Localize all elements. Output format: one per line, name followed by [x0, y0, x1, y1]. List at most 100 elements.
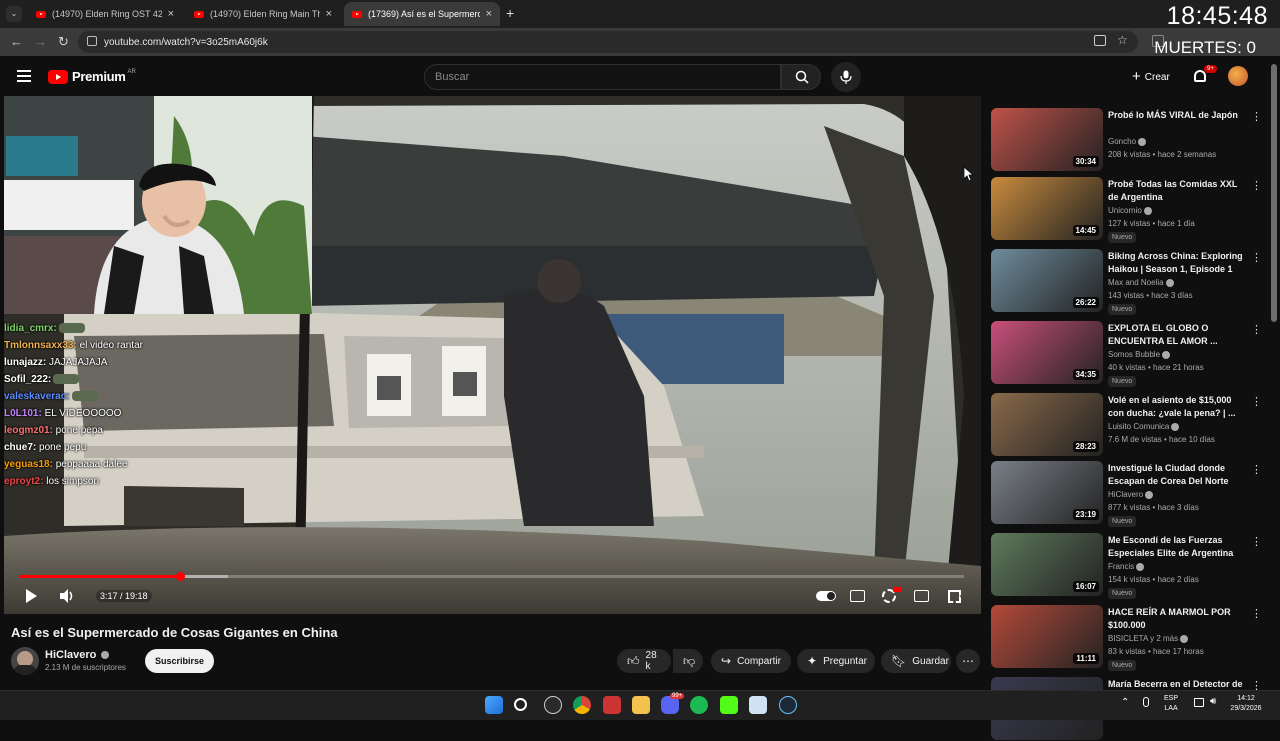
recommended-title[interactable]: Probé Todas las Comidas XXL de Argentina: [1108, 178, 1248, 204]
forward-icon[interactable]: →: [34, 34, 47, 49]
progress-bar[interactable]: [20, 572, 964, 581]
play-icon[interactable]: [26, 589, 37, 603]
steam-icon[interactable]: [779, 696, 797, 714]
duration-badge: 28:23: [1072, 441, 1099, 452]
recommended-meta: 83 k vistas • hace 17 horas: [1108, 647, 1204, 656]
recommended-channel[interactable]: Francis: [1108, 562, 1145, 571]
recommended-video-card[interactable]: 28:23 Volé en el asiento de $15,000 con d…: [991, 393, 1262, 457]
network-icon[interactable]: [1194, 698, 1204, 707]
recommended-title[interactable]: HACE REÍR A MARMOL POR $100.000: [1108, 606, 1248, 632]
browser-tab-3-active[interactable]: (17369) Así es el Supermercado ×: [344, 2, 500, 26]
dislike-button[interactable]: 👎︎: [673, 649, 703, 673]
recommended-channel[interactable]: HiClavero: [1108, 490, 1154, 499]
video-thumbnail[interactable]: 14:45: [991, 177, 1103, 240]
recommended-title[interactable]: Biking Across China: Exploring Haikou | …: [1108, 250, 1248, 276]
recommended-channel[interactable]: Luisito Comunica: [1108, 422, 1180, 431]
recommended-video-card[interactable]: 34:35 EXPLOTA EL GLOBO O ENCUENTRA EL AMO…: [991, 321, 1262, 387]
recommended-meta: 7.6 M de vistas • hace 10 días: [1108, 435, 1215, 444]
autoplay-toggle[interactable]: [816, 591, 836, 601]
recommended-title[interactable]: Me Escondí de las Fuerzas Especiales Eli…: [1108, 534, 1248, 560]
save-button[interactable]: 🔖︎ Guardar: [881, 649, 951, 673]
more-options-icon[interactable]: ⋮: [1251, 179, 1262, 192]
taskbar-clock[interactable]: 14:12 29/3/2026: [1226, 694, 1266, 714]
recommended-video-card[interactable]: 30:34 Probé lo MÁS VIRAL de Japón Goncho 20…: [991, 108, 1262, 172]
recommended-channel[interactable]: BISICLETA y 2 más: [1108, 634, 1189, 643]
voice-search-button[interactable]: [831, 62, 861, 92]
close-tab-icon[interactable]: ×: [168, 8, 174, 20]
recommended-video-card[interactable]: 14:45 Probé Todas las Comidas XXL de Arge…: [991, 177, 1262, 243]
search-input[interactable]: Buscar: [424, 64, 781, 90]
more-options-icon[interactable]: ⋮: [1251, 251, 1262, 264]
recommended-video-card[interactable]: 16:07 Me Escondí de las Fuerzas Especiale…: [991, 533, 1262, 599]
subtitles-icon[interactable]: [850, 590, 865, 602]
video-thumbnail[interactable]: 26:22: [991, 249, 1103, 312]
install-app-icon[interactable]: [1094, 35, 1106, 46]
recommended-title[interactable]: Volé en el asiento de $15,000 con ducha:…: [1108, 394, 1248, 420]
bookmark-star-icon[interactable]: ☆: [1117, 33, 1128, 47]
search-icon[interactable]: [514, 698, 527, 711]
theater-mode-icon[interactable]: [914, 590, 929, 602]
verified-icon: [1136, 562, 1145, 571]
tray-microphone-icon[interactable]: [1143, 697, 1149, 707]
close-tab-icon[interactable]: ×: [326, 8, 332, 20]
new-tab-button[interactable]: +: [506, 5, 514, 21]
channel-avatar[interactable]: [11, 647, 39, 675]
site-info-icon[interactable]: [87, 36, 97, 46]
more-options-icon[interactable]: ⋮: [1251, 607, 1262, 620]
back-icon[interactable]: ←: [10, 34, 23, 49]
account-avatar[interactable]: [1228, 66, 1248, 86]
news-app-icon[interactable]: [603, 696, 621, 714]
menu-icon[interactable]: [17, 70, 31, 82]
more-actions-button[interactable]: ⋯: [956, 649, 980, 673]
recommended-meta: 143 vistas • hace 3 días: [1108, 291, 1193, 300]
close-tab-icon[interactable]: ×: [486, 8, 492, 20]
streamer-webcam-overlay: [4, 96, 312, 314]
recommended-channel[interactable]: Goncho: [1108, 137, 1147, 146]
recommended-title[interactable]: Probé lo MÁS VIRAL de Japón: [1108, 109, 1248, 122]
volume-icon[interactable]: [58, 588, 76, 604]
windows-start-icon[interactable]: [485, 696, 503, 714]
video-thumbnail[interactable]: 34:35: [991, 321, 1103, 384]
more-options-icon[interactable]: ⋮: [1251, 395, 1262, 408]
browser-tab-1[interactable]: (14970) Elden Ring OST 42 God ×: [28, 2, 182, 26]
more-options-icon[interactable]: ⋮: [1251, 463, 1262, 476]
recommended-video-card[interactable]: 26:22 Biking Across China: Exploring Haik…: [991, 249, 1262, 315]
tray-chevron-icon[interactable]: ⌃: [1121, 697, 1129, 708]
copilot-icon[interactable]: [544, 696, 562, 714]
search-button[interactable]: [781, 64, 821, 90]
spotify-icon[interactable]: [690, 696, 708, 714]
more-options-icon[interactable]: ⋮: [1251, 535, 1262, 548]
video-thumbnail[interactable]: 23:19: [991, 461, 1103, 524]
kick-icon[interactable]: [720, 696, 738, 714]
recommended-title[interactable]: Investigué la Ciudad donde Escapan de Co…: [1108, 462, 1248, 488]
more-options-icon[interactable]: ⋮: [1251, 323, 1262, 336]
recommended-video-card[interactable]: 11:11 HACE REÍR A MARMOL POR $100.000 BISI…: [991, 605, 1262, 671]
video-thumbnail[interactable]: 28:23: [991, 393, 1103, 456]
youtube-premium-logo[interactable]: Premium AR: [48, 69, 136, 84]
url-field[interactable]: youtube.com/watch?v=3o25mA60j6k ☆: [78, 31, 1138, 53]
page-scrollbar[interactable]: [1271, 64, 1277, 322]
browser-tab-2[interactable]: (14970) Elden Ring Main Theme ×: [186, 2, 340, 26]
recommended-channel[interactable]: Somos Bubble: [1108, 350, 1171, 359]
volume-tray-icon[interactable]: 🔊︎: [1210, 696, 1216, 707]
recommended-video-card[interactable]: 23:19 Investigué la Ciudad donde Escapan …: [991, 461, 1262, 527]
file-explorer-icon[interactable]: [632, 696, 650, 714]
video-thumbnail[interactable]: 30:34: [991, 108, 1103, 171]
like-button[interactable]: 👍︎ 28 k: [617, 649, 671, 673]
recommended-channel[interactable]: Max and Noelia: [1108, 278, 1174, 287]
subscribe-button[interactable]: Suscribirse: [145, 649, 214, 673]
notepad-icon[interactable]: [749, 696, 767, 714]
language-indicator[interactable]: ESP LAA: [1164, 694, 1178, 714]
more-options-icon[interactable]: ⋮: [1251, 110, 1262, 123]
recommended-title[interactable]: EXPLOTA EL GLOBO O ENCUENTRA EL AMOR ...: [1108, 322, 1248, 348]
create-button[interactable]: + Crear: [1124, 66, 1178, 88]
ask-button[interactable]: ✦ Preguntar: [797, 649, 875, 673]
reload-icon[interactable]: ↻: [58, 34, 69, 50]
video-thumbnail[interactable]: 11:11: [991, 605, 1103, 668]
share-button[interactable]: ↪ Compartir: [711, 649, 791, 673]
tab-search-icon[interactable]: ⌄: [6, 6, 22, 22]
recommended-channel[interactable]: Unicornio: [1108, 206, 1152, 215]
chrome-icon[interactable]: [573, 696, 591, 714]
channel-name[interactable]: HiClavero: [45, 649, 110, 661]
video-thumbnail[interactable]: 16:07: [991, 533, 1103, 596]
